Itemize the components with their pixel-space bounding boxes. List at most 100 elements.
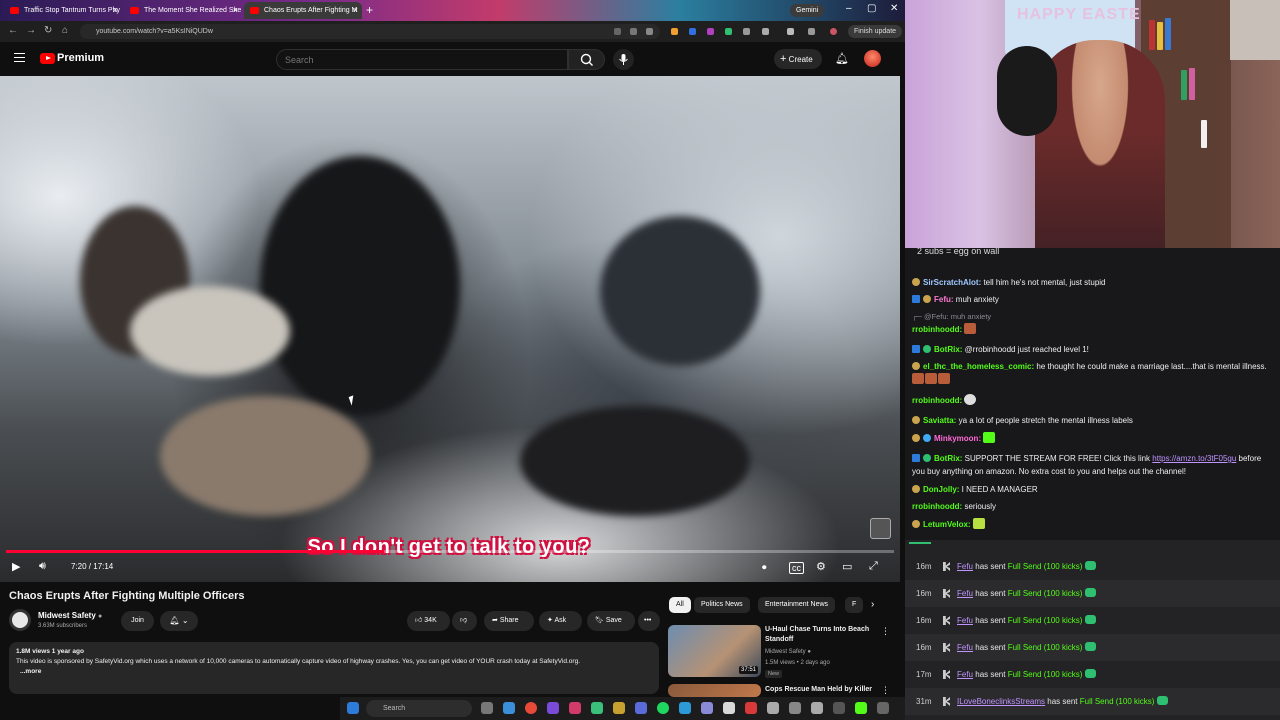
related-video-thumbnail[interactable]: 37:51: [668, 625, 761, 677]
join-button[interactable]: Join: [121, 611, 154, 631]
subscription-bell-button[interactable]: 🔔︎ ⌄: [160, 611, 198, 631]
channel-avatar[interactable]: [9, 609, 31, 631]
maximize-icon[interactable]: ▢: [867, 3, 876, 14]
url-bar[interactable]: youtube.com/watch?v=a5KsINiQUDw: [80, 24, 660, 39]
youtube-logo-icon[interactable]: [40, 53, 55, 64]
extension-icon[interactable]: [689, 28, 696, 35]
app-icon[interactable]: [723, 702, 735, 714]
sidebar-icon[interactable]: [787, 28, 794, 35]
app-icon[interactable]: [591, 702, 603, 714]
extension-icon[interactable]: [707, 28, 714, 35]
chip-truncated[interactable]: F: [845, 597, 863, 613]
app-icon[interactable]: [547, 702, 559, 714]
menu-icon[interactable]: [14, 53, 25, 62]
show-more-link[interactable]: ...more: [20, 667, 652, 677]
volume-icon[interactable]: 🔊︎: [39, 560, 46, 573]
extension-icon[interactable]: [671, 28, 678, 35]
app-icon[interactable]: [745, 702, 757, 714]
taskbar-search[interactable]: Search: [366, 700, 472, 717]
forward-icon[interactable]: →: [26, 25, 36, 36]
theater-mode-icon[interactable]: ▭: [842, 560, 852, 573]
search-input[interactable]: [276, 49, 568, 70]
chat-username[interactable]: rrobinhoodd:: [912, 325, 962, 334]
search-button[interactable]: [568, 49, 605, 70]
chat-username[interactable]: DonJolly:: [923, 485, 959, 494]
app-icon[interactable]: [635, 702, 647, 714]
extension-icon[interactable]: [725, 28, 732, 35]
voice-search-button[interactable]: [613, 49, 634, 70]
chip-entertainment-news[interactable]: Entertainment News: [758, 597, 836, 613]
extension-icon[interactable]: [743, 28, 750, 35]
app-icon[interactable]: [679, 702, 691, 714]
create-button[interactable]: + Create: [774, 49, 822, 69]
chat-username[interactable]: Saviatta:: [923, 416, 956, 425]
video-player[interactable]: So I don't get to talk to you? ▶ 🔊︎ 7:20…: [0, 76, 900, 582]
chat-link[interactable]: https://amzn.to/3tF05gu: [1152, 454, 1236, 463]
save-button[interactable]: 🔖︎ Save: [587, 611, 635, 631]
play-icon[interactable]: ▶: [12, 560, 20, 573]
chat-username[interactable]: Minkymoon:: [934, 434, 981, 443]
dislike-button[interactable]: 👎︎: [452, 611, 477, 631]
description-box[interactable]: 1.8M views 1 year ago This video is spon…: [9, 642, 659, 694]
app-icon[interactable]: [701, 702, 713, 714]
chat-username[interactable]: rrobinhoodd:: [912, 502, 962, 511]
gemini-button[interactable]: Gemini: [790, 4, 825, 17]
start-icon[interactable]: [347, 702, 359, 714]
captions-icon[interactable]: cc: [789, 562, 804, 574]
install-icon[interactable]: [630, 28, 637, 35]
task-view-icon[interactable]: [481, 702, 493, 714]
profile-icon[interactable]: [830, 28, 837, 35]
more-vertical-icon[interactable]: ⋮: [881, 626, 890, 637]
app-icon[interactable]: [877, 702, 889, 714]
app-icon[interactable]: [503, 702, 515, 714]
browser-tab-active[interactable]: Chaos Erupts After Fighting M ×: [244, 2, 362, 19]
related-video-title[interactable]: Cops Rescue Man Held by Killer: [765, 685, 885, 695]
finish-update-button[interactable]: Finish update: [848, 25, 903, 38]
avatar[interactable]: [864, 50, 881, 67]
close-icon[interactable]: ×: [233, 2, 238, 19]
app-icon[interactable]: [855, 702, 867, 714]
settings-gear-icon[interactable]: ⚙: [816, 560, 826, 573]
minimize-icon[interactable]: –: [846, 3, 852, 14]
app-icon[interactable]: [613, 702, 625, 714]
channel-name[interactable]: Midwest Safety ●: [38, 611, 102, 620]
browser-app-icon[interactable]: [525, 702, 537, 714]
app-icon[interactable]: [657, 702, 669, 714]
chat-username[interactable]: rrobinhoodd:: [912, 396, 962, 405]
new-tab-icon[interactable]: +: [366, 3, 373, 17]
related-video-thumbnail[interactable]: [668, 684, 761, 697]
reload-icon[interactable]: ↻: [44, 25, 52, 36]
chat-username[interactable]: LetumVelox:: [923, 520, 971, 529]
zoom-icon[interactable]: [614, 28, 621, 35]
chat-username[interactable]: BotRix:: [934, 345, 962, 354]
home-icon[interactable]: ⌂: [62, 25, 68, 36]
browser-tab[interactable]: Traffic Stop Tantrum Turns Phy ×: [4, 2, 122, 19]
app-icon[interactable]: [789, 702, 801, 714]
chip-all[interactable]: All: [669, 597, 691, 613]
ask-button[interactable]: ✦ Ask: [539, 611, 582, 631]
more-actions-button[interactable]: •••: [638, 611, 660, 631]
channel-watermark[interactable]: [870, 518, 891, 539]
app-icon[interactable]: [767, 702, 779, 714]
extensions-puzzle-icon[interactable]: [762, 28, 769, 35]
app-icon[interactable]: [811, 702, 823, 714]
close-icon[interactable]: ×: [353, 2, 358, 19]
browser-tab[interactable]: The Moment She Realized She ×: [124, 2, 242, 19]
chip-politics-news[interactable]: Politics News: [694, 597, 750, 613]
chevron-right-icon[interactable]: ›: [871, 599, 874, 610]
fullscreen-icon[interactable]: ⤢: [869, 560, 878, 573]
close-window-icon[interactable]: ✕: [890, 3, 898, 14]
bookmark-star-icon[interactable]: [646, 28, 653, 35]
notifications-bell-icon[interactable]: 🔔︎: [835, 52, 849, 65]
youtube-logo-text[interactable]: Premium: [57, 52, 104, 64]
autoplay-toggle-icon[interactable]: ⏺: [762, 562, 767, 573]
back-icon[interactable]: ←: [8, 25, 18, 36]
more-vertical-icon[interactable]: ⋮: [881, 685, 890, 696]
like-button[interactable]: 👍︎ 34K: [407, 611, 450, 631]
related-video-title[interactable]: U-Haul Chase Turns Into Beach Standoff: [765, 625, 875, 645]
chat-username[interactable]: Fefu:: [934, 295, 954, 304]
download-icon[interactable]: [808, 28, 815, 35]
chat-username[interactable]: BotRix:: [934, 454, 962, 463]
share-button[interactable]: ➦ Share: [484, 611, 534, 631]
chat-username[interactable]: SirScratchAlot:: [923, 278, 981, 287]
